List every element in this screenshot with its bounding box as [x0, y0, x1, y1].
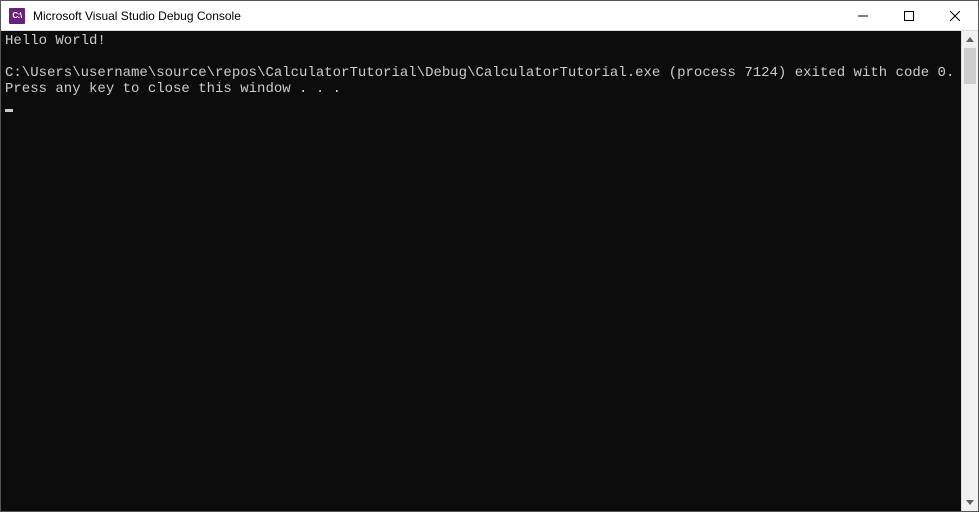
- output-line: Press any key to close this window . . .: [5, 81, 341, 97]
- output-line: C:\Users\username\source\repos\Calculato…: [5, 65, 954, 81]
- minimize-button[interactable]: [840, 1, 886, 31]
- scroll-thumb[interactable]: [964, 48, 976, 84]
- titlebar[interactable]: C:\ Microsoft Visual Studio Debug Consol…: [1, 1, 978, 31]
- chevron-up-icon: [966, 37, 974, 42]
- vertical-scrollbar[interactable]: [961, 31, 978, 511]
- window-controls: [840, 1, 978, 30]
- scroll-down-button[interactable]: [962, 494, 978, 511]
- minimize-icon: [858, 11, 868, 21]
- console-area: Hello World! C:\Users\username\source\re…: [1, 31, 978, 511]
- text-cursor: [5, 109, 13, 112]
- maximize-icon: [904, 11, 914, 21]
- scroll-track[interactable]: [962, 48, 978, 494]
- app-icon: C:\: [9, 8, 25, 24]
- app-window: C:\ Microsoft Visual Studio Debug Consol…: [0, 0, 979, 512]
- close-icon: [950, 11, 960, 21]
- app-icon-label: C:\: [12, 11, 21, 20]
- scroll-up-button[interactable]: [962, 31, 978, 48]
- chevron-down-icon: [966, 500, 974, 505]
- maximize-button[interactable]: [886, 1, 932, 31]
- window-title: Microsoft Visual Studio Debug Console: [33, 9, 241, 23]
- console-output[interactable]: Hello World! C:\Users\username\source\re…: [1, 31, 961, 511]
- close-button[interactable]: [932, 1, 978, 31]
- output-line: Hello World!: [5, 33, 106, 49]
